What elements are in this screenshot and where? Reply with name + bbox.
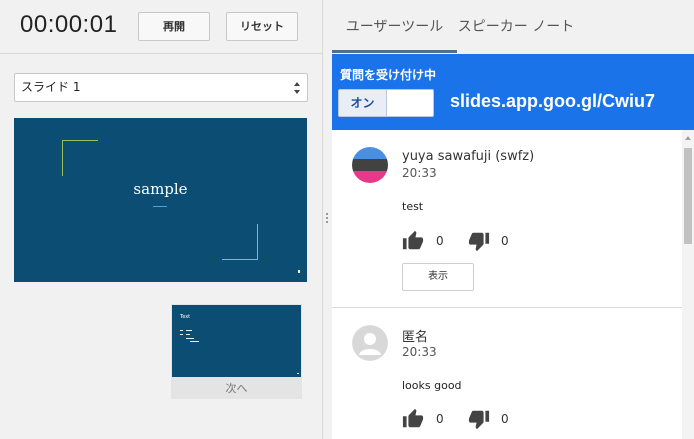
next-slide-thumbnail[interactable]: Text	[171, 304, 302, 378]
slide-corner-top-left	[62, 140, 98, 176]
avatar	[352, 147, 388, 183]
scroll-up-arrow-icon[interactable]	[685, 136, 691, 140]
question-text: looks good	[402, 379, 462, 392]
slide-page-marker	[298, 270, 300, 273]
active-tab-indicator	[332, 50, 457, 53]
current-slide-title-underline	[153, 206, 167, 207]
resume-button[interactable]: 再開	[138, 12, 210, 41]
scrollbar-thumb[interactable]	[684, 148, 692, 244]
presenter-right-panel: ユーザーツール スピーカー ノート 質問を受け付け中 オン slides.app…	[332, 0, 694, 439]
qa-toggle[interactable]: オン	[338, 89, 434, 117]
thumbs-down-icon[interactable]	[468, 408, 490, 430]
next-slide-title: Text	[180, 314, 191, 320]
downvote-count: 0	[501, 412, 509, 426]
qa-url[interactable]: slides.app.goo.gl/Cwiu7	[450, 91, 655, 112]
question-author: yuya sawafuji (swfz)	[402, 149, 535, 164]
next-slide-bullet-line	[186, 334, 190, 335]
slide-select[interactable]: スライド 1	[14, 73, 308, 102]
avatar	[352, 325, 388, 361]
show-question-button[interactable]: 表示	[402, 263, 474, 291]
thumbs-up-icon[interactable]	[402, 230, 424, 252]
elapsed-timer: 00:00:01	[20, 11, 118, 38]
upvote-count: 0	[436, 412, 444, 426]
next-slide-button[interactable]: 次へ	[171, 378, 302, 399]
tab-user-tools[interactable]: ユーザーツール	[332, 0, 457, 54]
reset-button[interactable]: リセット	[226, 12, 298, 41]
slide-corner-bottom-right	[222, 224, 258, 260]
question-list-scrollbar[interactable]	[682, 130, 694, 439]
qa-header: 質問を受け付け中 オン slides.app.goo.gl/Cwiu7	[332, 54, 694, 130]
tool-tabs: ユーザーツール スピーカー ノート	[332, 0, 694, 54]
upvote-count: 0	[436, 234, 444, 248]
next-slide-bullet-line	[186, 338, 194, 339]
current-slide-preview: sample	[14, 118, 307, 282]
slide-select-value: スライド 1	[21, 80, 81, 94]
timer-bar: 00:00:01 再開 リセット	[0, 0, 322, 54]
question-item: 匿名 20:33 looks good 0 0	[332, 308, 682, 439]
qa-accepting-label: 質問を受け付け中	[340, 68, 437, 82]
next-slide-bullet-line	[190, 341, 199, 342]
question-author: 匿名	[402, 330, 429, 345]
next-slide-bullet-line	[186, 330, 192, 331]
question-time: 20:33	[402, 345, 437, 359]
next-slide-bullet-line	[180, 330, 183, 331]
tab-speaker-notes[interactable]: スピーカー ノート	[454, 0, 578, 54]
downvote-count: 0	[501, 234, 509, 248]
question-text: test	[402, 200, 424, 213]
drag-grip-icon	[326, 213, 328, 225]
question-item: yuya sawafuji (swfz) 20:33 test 0 0 表示	[332, 130, 682, 308]
next-slide-bullet-line	[180, 334, 183, 335]
select-updown-icon	[294, 82, 300, 94]
thumbs-down-icon[interactable]	[468, 230, 490, 252]
question-list: yuya sawafuji (swfz) 20:33 test 0 0 表示 匿…	[332, 130, 694, 439]
next-slide-page-marker	[297, 373, 299, 374]
qa-toggle-on-label: オン	[339, 90, 387, 116]
panel-resize-handle[interactable]	[322, 0, 332, 439]
presenter-left-panel: 00:00:01 再開 リセット スライド 1 sample Text 次へ	[0, 0, 322, 439]
current-slide-title: sample	[133, 180, 188, 198]
thumbs-up-icon[interactable]	[402, 408, 424, 430]
question-time: 20:33	[402, 166, 437, 180]
